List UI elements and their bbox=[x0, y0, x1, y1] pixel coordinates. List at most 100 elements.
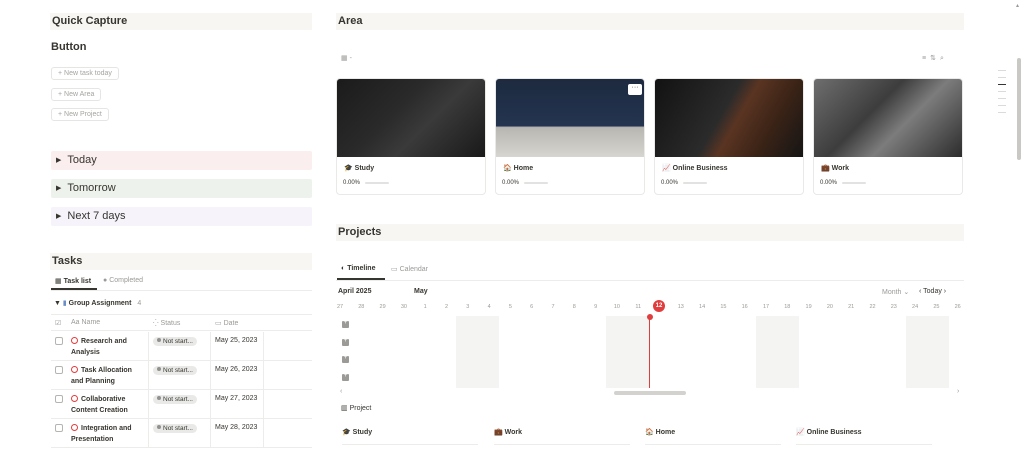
scroll-left-icon[interactable]: ‹ bbox=[340, 388, 342, 395]
task-date[interactable]: May 27, 2023 bbox=[215, 395, 257, 402]
progress-bar bbox=[842, 182, 867, 184]
task-date[interactable]: May 26, 2023 bbox=[215, 366, 257, 373]
timeline-day-label: 19 bbox=[805, 304, 812, 310]
tab-task-list[interactable]: ▦ Task list bbox=[55, 277, 91, 285]
weekend-shade bbox=[756, 316, 799, 388]
toggle-next-7-days[interactable]: ▶ Next 7 days bbox=[51, 207, 312, 226]
project-board-view[interactable]: ▥ Project bbox=[341, 404, 371, 412]
progress-bar bbox=[365, 182, 390, 184]
column-status[interactable]: ⁛ Status bbox=[153, 319, 180, 327]
search-icon[interactable]: ⌕ bbox=[940, 55, 948, 62]
filter-icon[interactable]: ≡ bbox=[922, 55, 930, 62]
table-row[interactable]: Task Allocation and Planning Not start..… bbox=[51, 361, 312, 390]
new-task-today-button[interactable]: + New task today bbox=[51, 67, 119, 80]
toggle-tomorrow[interactable]: ▶ Tomorrow bbox=[51, 179, 312, 198]
timeline-day-label: 2 bbox=[444, 304, 449, 310]
new-area-button[interactable]: + New Area bbox=[51, 88, 102, 101]
timeline-day-label: 29 bbox=[379, 304, 386, 310]
task-name[interactable]: Integration and Presentation bbox=[71, 425, 132, 443]
area-card-work[interactable]: 💼 Work 0.00% bbox=[813, 78, 963, 195]
group-assignment-header[interactable]: ▼ ▮ Group Assignment 4 bbox=[54, 299, 141, 307]
timeline-day-label: 16 bbox=[741, 304, 748, 310]
divider bbox=[336, 280, 964, 281]
quick-capture-heading: Quick Capture bbox=[50, 13, 312, 30]
horizontal-scrollbar[interactable] bbox=[614, 391, 686, 395]
circle-icon bbox=[71, 395, 78, 402]
table-of-contents-minimap[interactable] bbox=[998, 70, 1006, 113]
page-scrollbar[interactable] bbox=[1017, 58, 1021, 160]
today-marker-line bbox=[649, 316, 650, 388]
table-row[interactable]: Collaborative Content Creation Not start… bbox=[51, 390, 312, 419]
scroll-up-icon[interactable]: ▴ bbox=[1016, 2, 1019, 9]
house-icon: 🏠 bbox=[645, 429, 656, 436]
timeline-day-label: 5 bbox=[508, 304, 512, 310]
board-column-online-business[interactable]: 📈 Online Business bbox=[796, 428, 936, 452]
timeline-day-label: 30 bbox=[400, 304, 407, 310]
timeline-month-label: April 2025 bbox=[338, 288, 372, 295]
area-card-study[interactable]: 🎓 Study 0.00% bbox=[336, 78, 486, 195]
task-name[interactable]: Research and Analysis bbox=[71, 338, 127, 356]
tasks-heading: Tasks bbox=[50, 253, 312, 270]
area-card-home[interactable]: ··· 🏠 Home 0.00% bbox=[495, 78, 645, 195]
board-column-study[interactable]: 🎓 Study bbox=[342, 428, 482, 452]
toggle-today[interactable]: ▶ Today bbox=[51, 151, 312, 170]
triangle-down-icon: ▼ bbox=[54, 300, 63, 307]
timeline-day-label: 4 bbox=[487, 304, 491, 310]
view-mode-select[interactable]: Month ⌄ bbox=[882, 288, 909, 296]
column-name[interactable]: Aa Name bbox=[71, 319, 100, 326]
row-checkbox[interactable] bbox=[55, 337, 63, 345]
column-divider bbox=[210, 332, 211, 448]
timeline-day-label: 6 bbox=[530, 304, 534, 310]
tab-timeline[interactable]: ◐ Timeline bbox=[341, 265, 375, 272]
scroll-right-icon[interactable]: › bbox=[957, 388, 959, 395]
chart-icon: 📈 bbox=[662, 165, 673, 172]
row-checkbox[interactable] bbox=[55, 395, 63, 403]
chevron-down-icon: ⌄ bbox=[901, 289, 910, 296]
timeline-day-label: 3 bbox=[466, 304, 470, 310]
card-cover-image bbox=[814, 79, 962, 157]
timeline-day-label: 25 bbox=[933, 304, 940, 310]
progress-text: 0.00% bbox=[661, 180, 679, 186]
task-name[interactable]: Collaborative Content Creation bbox=[71, 396, 128, 414]
row-checkbox[interactable] bbox=[55, 424, 63, 432]
status-badge[interactable]: Not start... bbox=[153, 366, 197, 375]
area-card-online-business[interactable]: 📈 Online Business 0.00% bbox=[654, 78, 804, 195]
status-badge[interactable]: Not start... bbox=[153, 424, 197, 433]
weekend-shade bbox=[606, 316, 649, 388]
sort-icon[interactable]: ⇅ bbox=[930, 55, 940, 62]
gallery-view-selector[interactable]: ▦ - bbox=[341, 54, 352, 62]
timeline-day-label: 13 bbox=[677, 304, 684, 310]
house-icon: 🏠 bbox=[503, 165, 514, 172]
new-project-button[interactable]: + New Project bbox=[51, 108, 109, 121]
status-badge[interactable]: Not start... bbox=[153, 337, 197, 346]
table-row[interactable]: Integration and Presentation Not start..… bbox=[51, 419, 312, 448]
task-name[interactable]: Task Allocation and Planning bbox=[71, 367, 132, 385]
timeline-day-label: 9 bbox=[594, 304, 598, 310]
add-item-button[interactable] bbox=[342, 354, 349, 363]
task-date[interactable]: May 25, 2023 bbox=[215, 337, 257, 344]
timeline-day-label: 10 bbox=[613, 304, 620, 310]
task-date[interactable]: May 28, 2023 bbox=[215, 424, 257, 431]
add-item-button[interactable] bbox=[342, 319, 349, 328]
row-checkbox[interactable] bbox=[55, 366, 63, 374]
tab-calendar[interactable]: ▭ Calendar bbox=[391, 265, 428, 273]
add-item-button[interactable] bbox=[342, 337, 349, 346]
briefcase-icon: 💼 bbox=[494, 429, 505, 436]
today-button[interactable]: Today bbox=[923, 288, 942, 295]
table-row[interactable]: Research and Analysis Not start... May 2… bbox=[51, 332, 312, 361]
chevron-right-icon[interactable]: › bbox=[942, 288, 946, 295]
graduation-cap-icon: 🎓 bbox=[342, 429, 353, 436]
status-icon: ⁛ bbox=[153, 320, 161, 327]
board-column-work[interactable]: 💼 Work bbox=[494, 428, 634, 452]
table-header: ☑ Aa Name ⁛ Status ▭ Date bbox=[51, 314, 312, 331]
board-column-home[interactable]: 🏠 Home bbox=[645, 428, 785, 452]
add-item-button[interactable] bbox=[342, 372, 349, 381]
more-options-icon[interactable]: ··· bbox=[628, 84, 642, 95]
table-icon: ▦ bbox=[55, 278, 64, 285]
timeline-day-label: 17 bbox=[762, 304, 770, 310]
status-badge[interactable]: Not start... bbox=[153, 395, 197, 404]
column-date[interactable]: ▭ Date bbox=[215, 319, 238, 327]
tab-completed[interactable]: ● Completed bbox=[103, 277, 143, 284]
triangle-right-icon: ▶ bbox=[56, 157, 62, 164]
triangle-right-icon: ▶ bbox=[56, 213, 62, 220]
